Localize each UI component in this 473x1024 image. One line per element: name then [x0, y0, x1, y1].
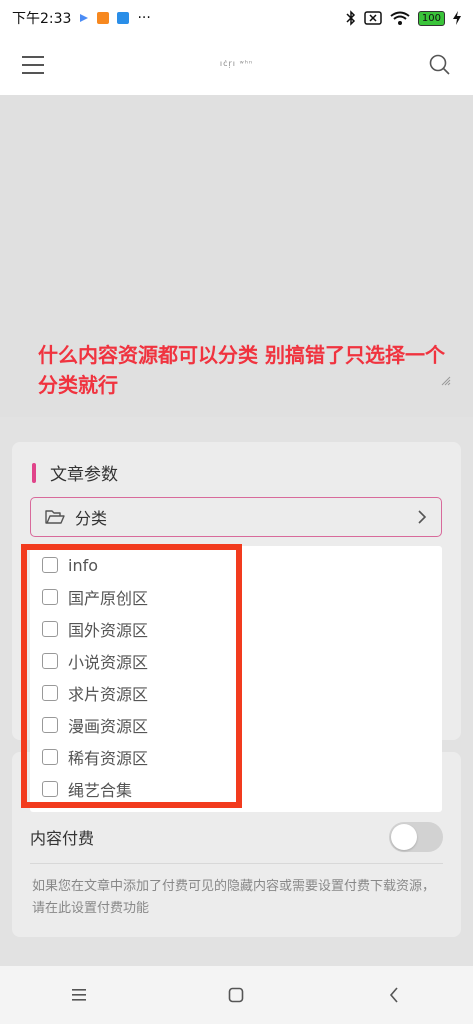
category-checkbox[interactable]: [42, 589, 58, 605]
category-checkbox[interactable]: [42, 653, 58, 669]
category-label: 分类: [75, 509, 108, 528]
system-nav-bar: [0, 966, 473, 1024]
content-pay-toggle[interactable]: [389, 822, 443, 852]
section-title-text: 文章参数: [50, 465, 118, 485]
category-checkbox[interactable]: [42, 749, 58, 765]
search-icon[interactable]: [429, 54, 451, 76]
charging-icon: [453, 11, 461, 25]
content-pay-label: 内容付费: [30, 829, 95, 848]
category-option-label: 稀有资源区: [68, 749, 149, 768]
section-accent-bar: [32, 462, 36, 483]
category-selector[interactable]: 分类: [30, 497, 442, 537]
back-icon: [390, 987, 398, 1003]
toggle-knob: [391, 824, 417, 850]
category-option-label: 绳艺合集: [68, 781, 133, 800]
bluetooth-icon: [346, 10, 355, 26]
category-checkbox[interactable]: [42, 685, 58, 701]
category-option[interactable]: 漫画资源区: [42, 712, 148, 738]
app-header: ıċŗı ʷʰⁿ: [0, 36, 473, 95]
annotation-text: 什么内容资源都可以分类 别搞错了只选择一个分类就行: [38, 343, 445, 397]
category-checkbox[interactable]: [42, 781, 58, 797]
no-sim-icon: [364, 11, 382, 25]
category-option[interactable]: 求片资源区: [42, 680, 148, 706]
back-button[interactable]: [382, 983, 406, 1007]
category-option-label: 求片资源区: [68, 685, 149, 704]
category-checkbox[interactable]: [42, 621, 58, 637]
recent-apps-button[interactable]: [67, 983, 91, 1007]
recent-apps-icon: [71, 989, 86, 1001]
category-option[interactable]: 绳艺合集: [42, 776, 132, 802]
category-option[interactable]: 小说资源区: [42, 648, 148, 674]
category-option-label: 国外资源区: [68, 621, 149, 640]
category-option[interactable]: info: [42, 552, 98, 578]
more-notifications-icon: ···: [137, 10, 151, 26]
play-icon: [80, 14, 89, 22]
content-pay-row: 内容付费: [30, 820, 443, 854]
chevron-right-icon: [418, 510, 427, 524]
category-dropdown: info 国产原创区 国外资源区 小说资源区 求片资源区 漫画资源区 稀有资源区…: [30, 546, 442, 812]
category-option-label: 国产原创区: [68, 589, 149, 608]
category-option[interactable]: 国外资源区: [42, 616, 148, 642]
divider: [30, 863, 443, 864]
content-pay-description: 如果您在文章中添加了付费可见的隐藏内容或需要设置付费下载资源，请在此设置付费功能: [32, 879, 436, 916]
folder-open-icon: [45, 510, 65, 524]
category-checkbox[interactable]: [42, 557, 58, 573]
mi-app-icon: [97, 12, 110, 24]
home-button[interactable]: [224, 983, 248, 1007]
category-option[interactable]: 国产原创区: [42, 584, 148, 610]
category-checkbox[interactable]: [42, 717, 58, 733]
home-icon: [229, 987, 244, 1003]
app-notification-icon: [117, 12, 130, 24]
battery-indicator: 100: [417, 10, 445, 26]
category-option-label: 小说资源区: [68, 653, 149, 672]
resize-grip-icon[interactable]: [441, 376, 451, 386]
category-option-label: 漫画资源区: [68, 717, 149, 736]
wifi-icon: [390, 11, 410, 25]
site-logo[interactable]: ıċŗı ʷʰⁿ: [0, 59, 473, 68]
status-bar: 下午2:33 ··· 100: [0, 0, 473, 36]
status-time: 下午2:33: [12, 11, 72, 27]
section-title: 文章参数: [32, 460, 118, 485]
category-option-label: info: [68, 555, 99, 575]
category-option[interactable]: 稀有资源区: [42, 744, 148, 770]
